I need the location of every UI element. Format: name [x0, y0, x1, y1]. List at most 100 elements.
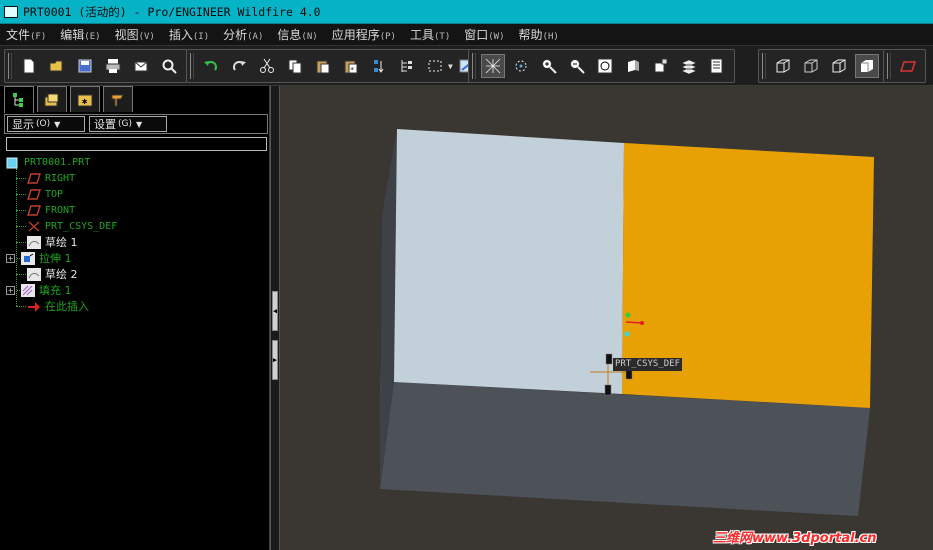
- wireframe-display-button[interactable]: [771, 54, 795, 78]
- menu-item-label: 帮助: [518, 28, 543, 42]
- csys-icon: [27, 220, 41, 233]
- tree-item-sketch[interactable]: 草绘 2: [6, 266, 266, 282]
- tree-connector: [16, 305, 26, 307]
- expand-right-button[interactable]: ▶: [272, 340, 278, 380]
- refit-button[interactable]: [593, 54, 617, 78]
- toolbar-grip[interactable]: [8, 53, 12, 79]
- toolbar-grip[interactable]: [472, 53, 476, 79]
- new-file-button[interactable]: [17, 54, 41, 78]
- display-dropdown[interactable]: 显示 (O) ▼: [7, 116, 85, 132]
- wireframe-display-icon: [776, 59, 790, 73]
- hidden-line-button[interactable]: [799, 54, 823, 78]
- shaded-display-button[interactable]: [855, 54, 879, 78]
- zoom-out-button[interactable]: [565, 54, 589, 78]
- wireframe-button[interactable]: [481, 54, 505, 78]
- menu-item-accel: (H): [542, 32, 559, 42]
- menu-item-8[interactable]: 窗口(W): [464, 26, 504, 43]
- tree-connector: [16, 241, 26, 243]
- redo-button[interactable]: [227, 54, 251, 78]
- tree-connector: [16, 177, 26, 179]
- layers-button[interactable]: [677, 54, 701, 78]
- connections-tab[interactable]: [103, 86, 133, 112]
- spin-center-button[interactable]: [509, 54, 533, 78]
- menu-item-label: 应用程序: [331, 28, 380, 42]
- shaded-display-icon: [861, 60, 873, 72]
- menu-item-0[interactable]: 文件(F): [6, 26, 46, 43]
- menu-item-5[interactable]: 信息(N): [277, 26, 317, 43]
- wireframe-icon: [485, 58, 501, 74]
- view-manager-button[interactable]: [649, 54, 673, 78]
- send-mail-button[interactable]: [129, 54, 153, 78]
- panel-splitter[interactable]: ◀ ▶: [270, 86, 280, 550]
- datum-plane-button[interactable]: [896, 54, 920, 78]
- feature-list-button[interactable]: [705, 54, 729, 78]
- feature-list-icon: [710, 58, 723, 74]
- menu-item-6[interactable]: 应用程序(P): [332, 26, 396, 43]
- shading-button[interactable]: [621, 54, 645, 78]
- undo-button[interactable]: [199, 54, 223, 78]
- tree-item-csys[interactable]: PRT_CSYS_DEF: [6, 218, 266, 234]
- menu-item-7[interactable]: 工具(T): [410, 26, 450, 43]
- menu-item-label: 分析: [223, 28, 248, 42]
- chevron-down-icon[interactable]: ▼: [448, 62, 453, 71]
- tree-search-input[interactable]: [6, 137, 267, 151]
- menu-item-2[interactable]: 视图(V): [115, 26, 155, 43]
- cut-button[interactable]: [255, 54, 279, 78]
- no-hidden-button[interactable]: [827, 54, 851, 78]
- tree-item-datum-plane[interactable]: TOP: [6, 186, 266, 202]
- folder-browser-icon: [44, 93, 59, 106]
- copy-icon: [288, 59, 302, 74]
- regenerate-button[interactable]: [367, 54, 391, 78]
- menu-item-accel: (A): [247, 32, 264, 42]
- hidden-line-icon: [804, 59, 818, 73]
- tree-item-label: 在此插入: [45, 300, 89, 313]
- expand-icon[interactable]: +: [6, 253, 15, 263]
- tree-item-sketch[interactable]: 草绘 1: [6, 234, 266, 250]
- tree-item-extrude[interactable]: + 拉伸 1: [6, 250, 266, 266]
- menu-item-accel: (T): [433, 32, 451, 42]
- sketch-icon: [27, 235, 41, 249]
- copy-button[interactable]: [283, 54, 307, 78]
- select-box-button[interactable]: [423, 54, 447, 78]
- model-tree-tab[interactable]: [4, 86, 34, 113]
- spin-center-icon: [515, 60, 527, 72]
- paste-special-button[interactable]: *: [339, 54, 363, 78]
- view-toolbar: [468, 49, 735, 83]
- settings-dropdown[interactable]: 设置 (G) ▼: [89, 116, 167, 132]
- model-tree-button[interactable]: [395, 54, 419, 78]
- toolbar-grip[interactable]: [887, 53, 891, 79]
- watermark: 三维网www.3dportal.cn: [713, 531, 877, 546]
- folder-browser-tab[interactable]: [37, 86, 67, 112]
- tree-item-insert-here[interactable]: 在此插入: [6, 298, 266, 314]
- tree-item-part[interactable]: PRT0001.PRT: [6, 154, 266, 170]
- zoom-in-button[interactable]: [537, 54, 561, 78]
- tree-item-fill[interactable]: + 填充 1: [6, 282, 266, 298]
- graphics-window[interactable]: PRT_CSYS_DEF 三维网www.3dportal.cn: [280, 86, 933, 550]
- tree-item-datum-plane[interactable]: FRONT: [6, 202, 266, 218]
- model-canvas[interactable]: [280, 86, 933, 550]
- menu-item-1[interactable]: 编辑(E): [60, 26, 100, 43]
- insert-here-icon: [27, 300, 41, 313]
- search-button[interactable]: [157, 54, 181, 78]
- search-icon: [162, 59, 177, 74]
- redo-icon: [233, 61, 246, 71]
- save-button[interactable]: [73, 54, 97, 78]
- print-button[interactable]: [101, 54, 125, 78]
- toolbar-grip[interactable]: [190, 53, 194, 79]
- favorites-tab[interactable]: ✱: [70, 86, 100, 112]
- open-folder-button[interactable]: [45, 54, 69, 78]
- collapse-left-button[interactable]: ◀: [272, 291, 278, 331]
- paste-button[interactable]: [311, 54, 335, 78]
- part-icon: [6, 156, 20, 169]
- expand-icon[interactable]: +: [6, 285, 15, 295]
- window-icon[interactable]: [4, 5, 18, 18]
- svg-text:✱: ✱: [82, 97, 88, 107]
- tree-item-datum-plane[interactable]: RIGHT: [6, 170, 266, 186]
- menu-item-9[interactable]: 帮助(H): [519, 26, 559, 43]
- menu-item-4[interactable]: 分析(A): [223, 26, 263, 43]
- tree-item-label: PRT0001.PRT: [24, 156, 91, 168]
- menu-item-3[interactable]: 插入(I): [169, 26, 209, 43]
- edit-toolbar: * ▼: [186, 49, 485, 83]
- toolbar-grip[interactable]: [762, 53, 766, 79]
- menu-item-accel: (P): [379, 32, 396, 42]
